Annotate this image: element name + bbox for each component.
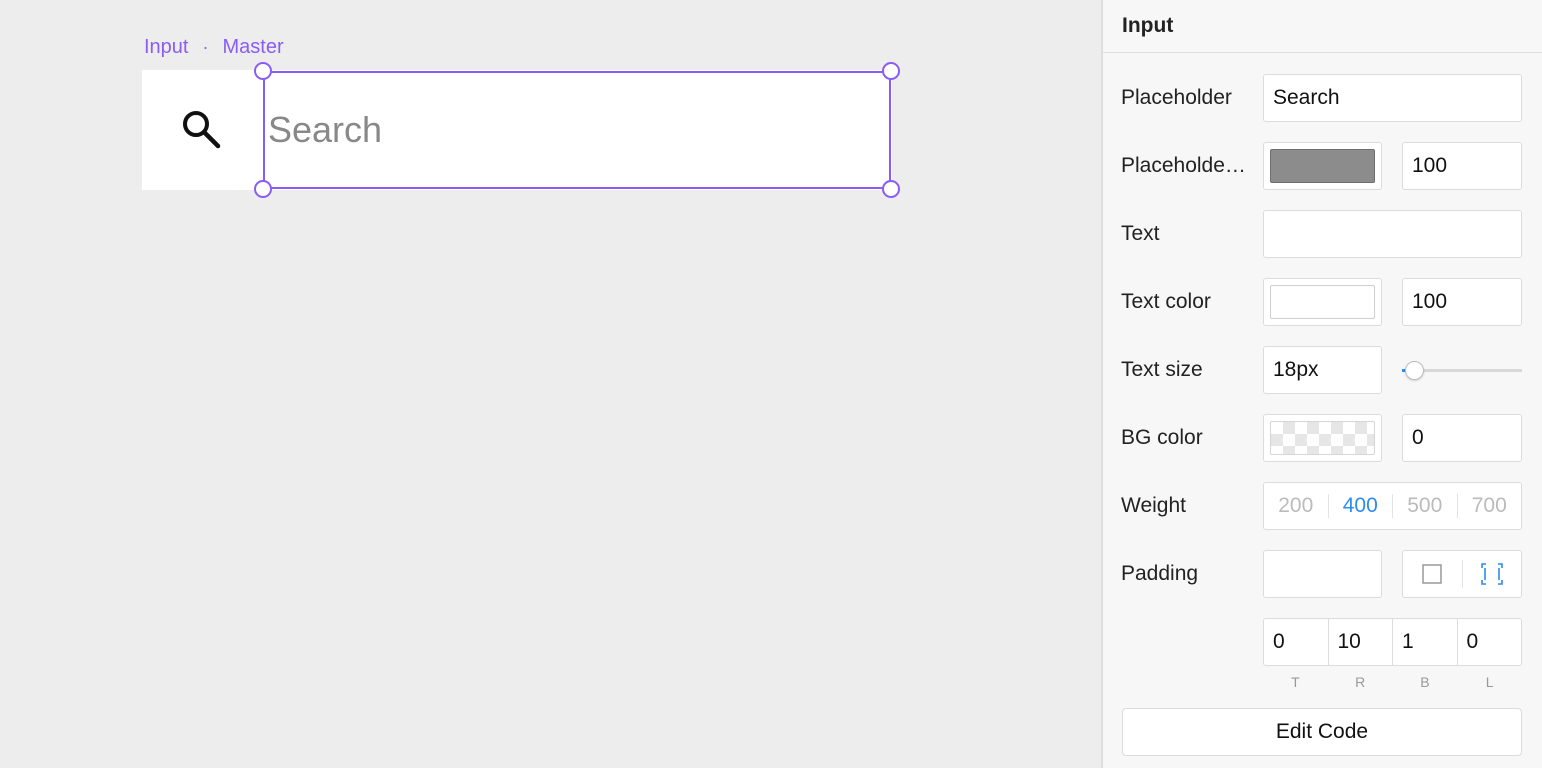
placeholder-value: Search xyxy=(1273,86,1340,109)
design-canvas[interactable]: Input · Master Search xyxy=(0,0,1101,768)
placeholder-opacity-field[interactable]: 100 xyxy=(1402,142,1522,190)
text-size-label: Text size xyxy=(1121,358,1203,381)
text-size-value: 18px xyxy=(1273,358,1319,381)
bg-color-picker[interactable] xyxy=(1263,414,1382,462)
component-name[interactable]: Input xyxy=(144,36,188,59)
text-color-swatch xyxy=(1270,285,1375,319)
padding-right-label: R xyxy=(1355,674,1366,690)
padding-left-field[interactable]: 0 xyxy=(1456,619,1522,665)
placeholder-color-swatch xyxy=(1270,149,1375,183)
text-opacity-value: 100 xyxy=(1412,290,1448,313)
selection-label[interactable]: Input · Master xyxy=(144,36,284,59)
placeholder-label: Placeholder xyxy=(1121,86,1232,109)
text-size-slider-knob[interactable] xyxy=(1405,361,1424,380)
weight-option-200[interactable]: 200 xyxy=(1264,494,1328,518)
search-input[interactable]: Search xyxy=(263,71,891,189)
text-opacity-field[interactable]: 100 xyxy=(1402,278,1522,326)
panel-title: Input xyxy=(1103,0,1542,53)
weight-option-400[interactable]: 400 xyxy=(1327,494,1393,518)
weight-option-700[interactable]: 700 xyxy=(1456,494,1522,518)
placeholder-color-picker[interactable] xyxy=(1263,142,1382,190)
bg-color-swatch-transparent xyxy=(1270,421,1375,455)
resize-handle-top-right[interactable] xyxy=(882,62,900,80)
bg-opacity-value: 0 xyxy=(1412,426,1424,449)
padding-bottom-label: B xyxy=(1420,674,1430,690)
weight-label: Weight xyxy=(1121,494,1186,517)
padding-right-field[interactable]: 10 xyxy=(1327,619,1393,665)
padding-mode-toggle[interactable] xyxy=(1402,550,1522,598)
search-icon xyxy=(183,111,221,149)
text-color-label: Text color xyxy=(1121,290,1211,313)
edit-code-button[interactable]: Edit Code xyxy=(1122,708,1522,756)
padding-label: Padding xyxy=(1121,562,1199,585)
padding-top-label: T xyxy=(1291,674,1300,690)
padding-side-labels: T R B L xyxy=(1263,674,1522,690)
text-label: Text xyxy=(1121,222,1160,245)
weight-selector[interactable]: 200 400 500 700 xyxy=(1263,482,1522,530)
separator: · xyxy=(202,37,209,57)
resize-handle-bottom-left[interactable] xyxy=(254,180,272,198)
individual-padding-icon[interactable] xyxy=(1461,560,1522,588)
padding-left-label: L xyxy=(1485,674,1494,690)
text-color-picker[interactable] xyxy=(1263,278,1382,326)
placeholder-field[interactable]: Search xyxy=(1263,74,1522,122)
placeholder-color-label: Placeholde… xyxy=(1121,154,1246,177)
search-placeholder: Search xyxy=(268,109,383,150)
text-size-field[interactable]: 18px xyxy=(1263,346,1382,394)
padding-sides: 0 10 1 0 xyxy=(1263,618,1522,666)
placeholder-opacity-value: 100 xyxy=(1412,154,1448,177)
weight-option-500[interactable]: 500 xyxy=(1392,494,1457,518)
bg-opacity-field[interactable]: 0 xyxy=(1402,414,1522,462)
text-field[interactable] xyxy=(1263,210,1522,258)
resize-handle-top-left[interactable] xyxy=(254,62,272,80)
padding-bottom-field[interactable]: 1 xyxy=(1392,619,1457,665)
bg-color-label: BG color xyxy=(1121,426,1203,449)
resize-handle-bottom-right[interactable] xyxy=(882,180,900,198)
instance-name[interactable]: Master xyxy=(222,36,283,59)
text-size-slider[interactable] xyxy=(1402,361,1522,380)
padding-all-field[interactable] xyxy=(1263,550,1382,598)
padding-top-field[interactable]: 0 xyxy=(1264,619,1328,665)
uniform-padding-icon[interactable] xyxy=(1403,560,1462,588)
